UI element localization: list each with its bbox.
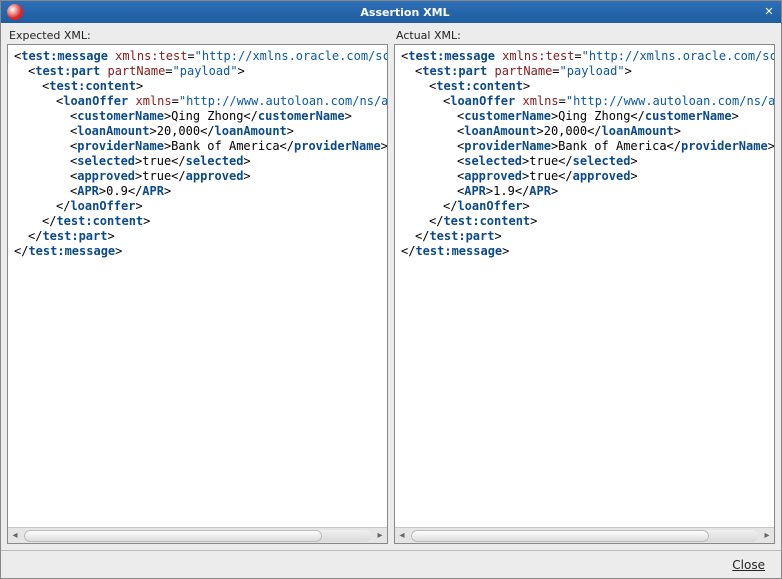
app-icon [7, 4, 23, 20]
actual-label: Actual XML: [394, 29, 775, 42]
actual-panel: Actual XML: <test:message xmlns:test="ht… [394, 29, 775, 544]
expected-box: <test:message xmlns:test="http://xmlns.o… [7, 44, 388, 544]
scroll-track[interactable] [411, 530, 758, 542]
window-close-icon[interactable]: ✕ [761, 3, 777, 19]
scroll-thumb[interactable] [24, 530, 322, 542]
scroll-thumb[interactable] [411, 530, 709, 542]
actual-hscrollbar[interactable]: ◂ ▸ [395, 527, 774, 543]
window-title: Assertion XML [29, 6, 781, 19]
scroll-right-icon[interactable]: ▸ [760, 529, 774, 543]
actual-xml-view[interactable]: <test:message xmlns:test="http://xmlns.o… [395, 45, 774, 527]
content-area: Expected XML: <test:message xmlns:test="… [1, 23, 781, 550]
actual-box: <test:message xmlns:test="http://xmlns.o… [394, 44, 775, 544]
scroll-track[interactable] [24, 530, 371, 542]
expected-panel: Expected XML: <test:message xmlns:test="… [7, 29, 388, 544]
close-button[interactable]: Close [726, 556, 771, 574]
scroll-left-icon[interactable]: ◂ [395, 529, 409, 543]
titlebar: Assertion XML ✕ [1, 1, 781, 23]
scroll-left-icon[interactable]: ◂ [8, 529, 22, 543]
expected-label: Expected XML: [7, 29, 388, 42]
assertion-xml-window: Assertion XML ✕ Expected XML: <test:mess… [0, 0, 782, 579]
expected-hscrollbar[interactable]: ◂ ▸ [8, 527, 387, 543]
scroll-right-icon[interactable]: ▸ [373, 529, 387, 543]
expected-xml-view[interactable]: <test:message xmlns:test="http://xmlns.o… [8, 45, 387, 527]
dialog-footer: Close [1, 550, 781, 578]
